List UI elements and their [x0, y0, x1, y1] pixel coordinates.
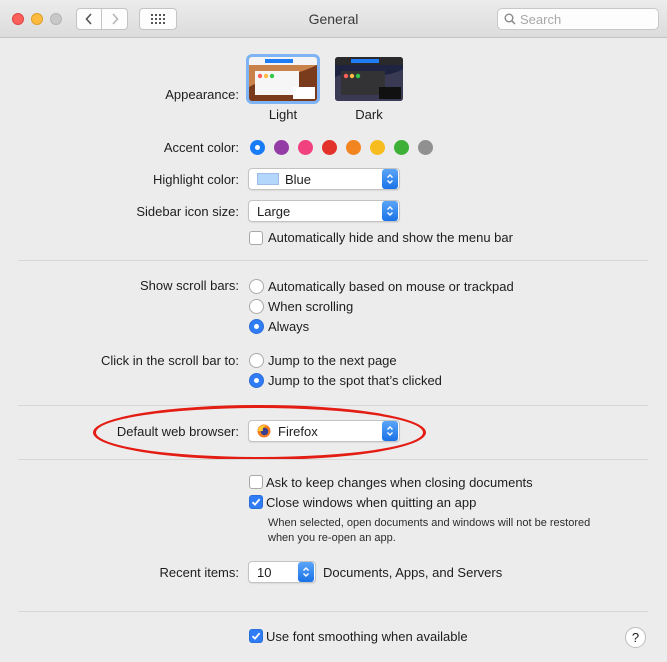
ask-keep-changes-label: Ask to keep changes when closing documen…	[266, 475, 533, 490]
sidebar-icon-size-label: Sidebar icon size:	[136, 204, 239, 219]
click-scroll-bar-label: Click in the scroll bar to:	[101, 353, 239, 368]
scroll-bars-automatic-radio[interactable]	[249, 279, 264, 294]
scroll-bars-automatic-label: Automatically based on mouse or trackpad	[268, 279, 514, 294]
recent-items-popup[interactable]: 10	[248, 561, 316, 583]
sidebar-icon-size-popup[interactable]: Large	[248, 200, 400, 222]
accent-color-swatch[interactable]	[322, 140, 337, 155]
appearance-dark-thumbnail[interactable]	[335, 57, 403, 101]
jump-to-spot-label: Jump to the spot that’s clicked	[268, 373, 442, 388]
divider	[18, 611, 648, 612]
divider	[18, 405, 648, 406]
accent-color-swatch[interactable]	[418, 140, 433, 155]
highlight-color-popup[interactable]: Blue	[248, 168, 400, 190]
search-placeholder: Search	[520, 11, 562, 27]
scroll-bars-always-label: Always	[268, 319, 310, 334]
search-icon	[504, 13, 516, 25]
highlight-color-value: Blue	[285, 171, 312, 187]
scroll-bars-always-radio[interactable]	[249, 319, 264, 334]
help-button[interactable]: ?	[625, 627, 646, 648]
scroll-bars-when-scrolling-label: When scrolling	[268, 299, 354, 314]
dark-appearance-preview	[335, 57, 403, 101]
popup-stepper-icon	[382, 169, 398, 189]
highlight-annotation-oval	[93, 405, 426, 460]
jump-to-spot-radio[interactable]	[249, 373, 264, 388]
popup-stepper-icon	[298, 562, 314, 582]
sidebar-icon-size-value: Large	[257, 203, 291, 219]
highlight-swatch	[257, 173, 279, 185]
recent-items-suffix: Documents, Apps, and Servers	[323, 565, 503, 580]
search-field[interactable]: Search	[497, 8, 659, 30]
recent-items-label: Recent items:	[159, 565, 239, 580]
divider	[18, 459, 648, 460]
accent-color-swatch[interactable]	[250, 140, 265, 155]
scroll-bars-when-scrolling-radio[interactable]	[249, 299, 264, 314]
font-smoothing-checkbox[interactable]	[249, 629, 263, 643]
title-bar: General Search	[0, 0, 667, 38]
popup-stepper-icon	[382, 201, 398, 221]
accent-color-swatch[interactable]	[346, 140, 361, 155]
restore-note-line-2: when you re-open an app.	[268, 532, 396, 544]
accent-color-swatch[interactable]	[274, 140, 289, 155]
accent-color-swatch[interactable]	[394, 140, 409, 155]
font-smoothing-label: Use font smoothing when available	[266, 629, 468, 644]
jump-next-page-label: Jump to the next page	[268, 353, 397, 368]
checkmark-icon	[251, 498, 261, 506]
close-windows-checkbox[interactable]	[249, 495, 263, 509]
accent-color-swatch[interactable]	[370, 140, 385, 155]
show-scroll-bars-label: Show scroll bars:	[140, 278, 239, 293]
jump-next-page-radio[interactable]	[249, 353, 264, 368]
divider	[18, 260, 648, 261]
close-windows-label: Close windows when quitting an app	[266, 495, 477, 510]
light-appearance-preview	[249, 57, 317, 101]
auto-hide-menu-bar-checkbox[interactable]	[249, 231, 263, 245]
accent-color-swatch[interactable]	[298, 140, 313, 155]
appearance-dark-label: Dark	[355, 107, 383, 122]
appearance-light-thumbnail[interactable]	[249, 57, 317, 101]
checkmark-icon	[251, 632, 261, 640]
ask-keep-changes-checkbox[interactable]	[249, 475, 263, 489]
appearance-light-label: Light	[268, 107, 298, 122]
accent-color-label: Accent color:	[163, 140, 239, 155]
auto-hide-menu-bar-label: Automatically hide and show the menu bar	[268, 230, 513, 245]
highlight-color-label: Highlight color:	[153, 172, 239, 187]
appearance-label: Appearance:	[165, 87, 239, 102]
recent-items-value: 10	[257, 564, 272, 580]
restore-note-line-1: When selected, open documents and window…	[268, 517, 591, 529]
